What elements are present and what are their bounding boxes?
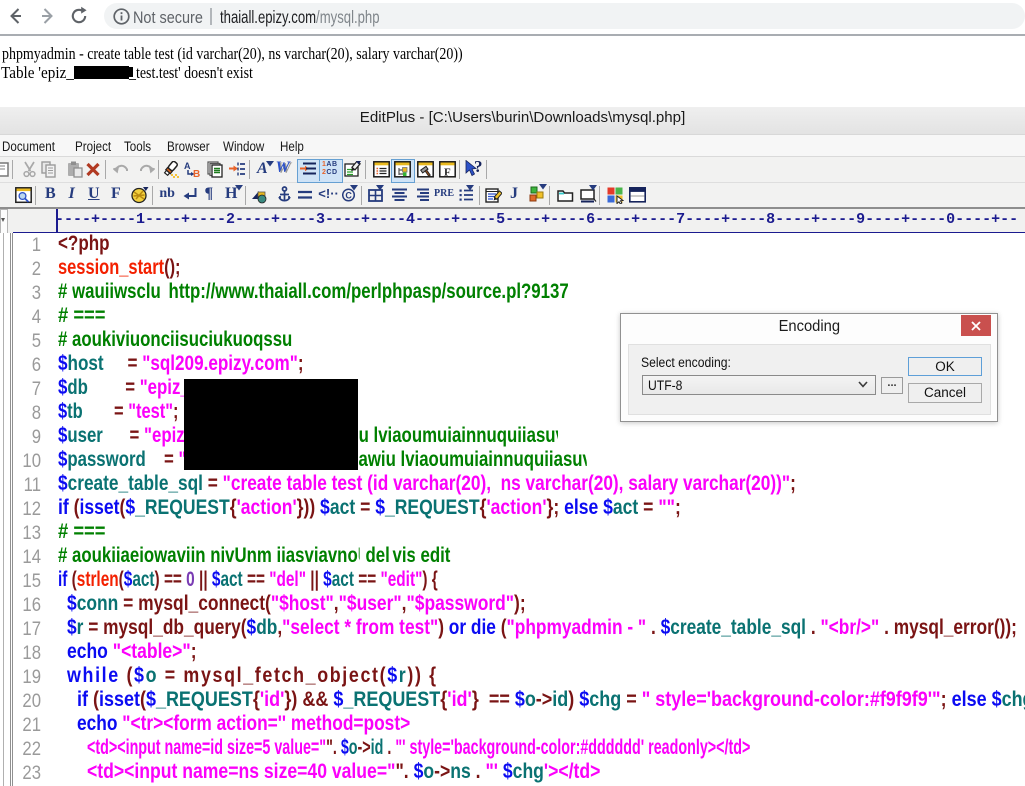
svg-text:C: C (345, 190, 352, 200)
svg-text:F: F (444, 167, 451, 179)
svg-text:A: A (184, 161, 191, 171)
svg-text:B: B (193, 169, 200, 178)
